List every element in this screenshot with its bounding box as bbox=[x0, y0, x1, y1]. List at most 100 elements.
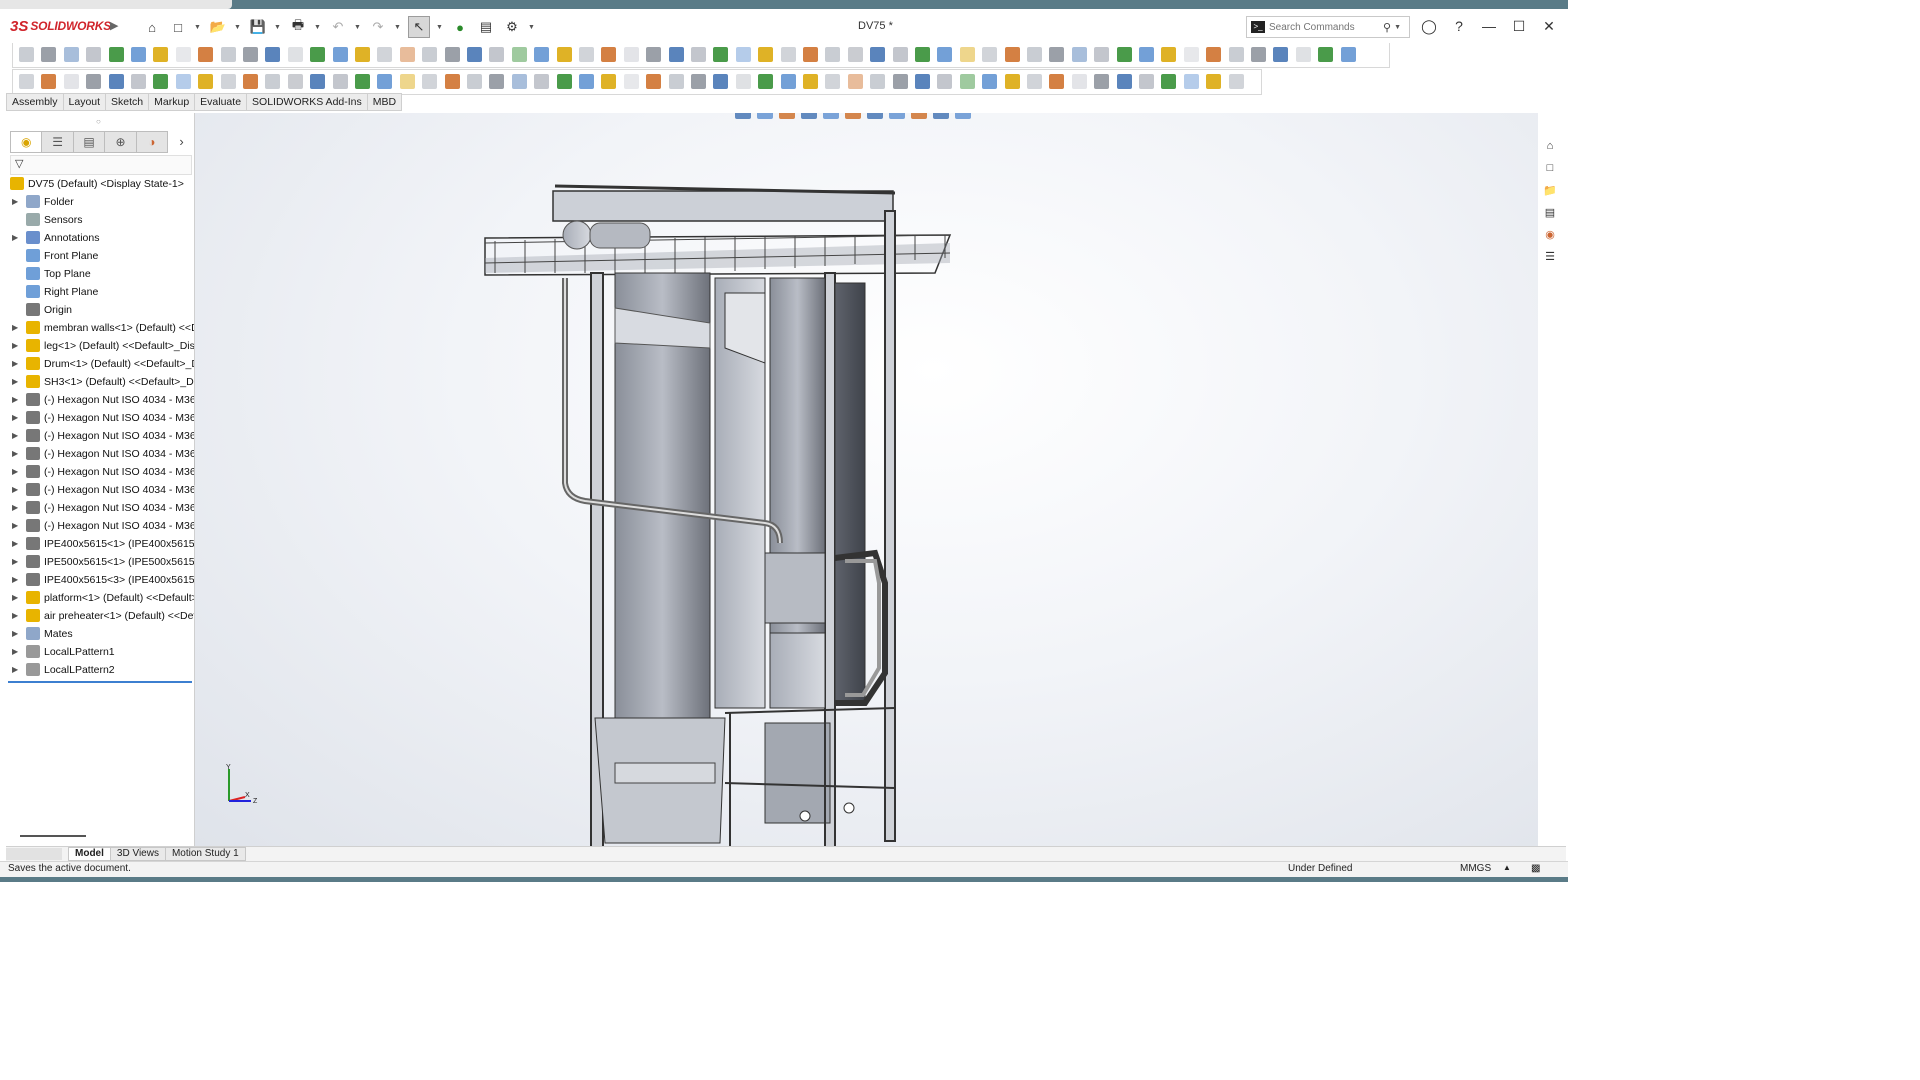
toolbar-command-icon[interactable] bbox=[668, 47, 684, 62]
toolbar-command-icon[interactable] bbox=[355, 47, 370, 62]
select-dropdown-icon[interactable]: ▼ bbox=[436, 24, 444, 31]
toolbar-command-icon[interactable] bbox=[86, 47, 102, 62]
print-icon[interactable]: 🖶 bbox=[288, 17, 308, 37]
toolbar-command-icon[interactable] bbox=[489, 47, 505, 62]
toolbar-command-icon[interactable] bbox=[892, 47, 908, 62]
toolbar-command-icon[interactable] bbox=[310, 47, 326, 62]
tree-item[interactable]: DV75 (Default) <Display State-1> bbox=[6, 175, 194, 193]
feature-manager-tab-icon[interactable]: ◉ bbox=[10, 131, 43, 153]
tree-item[interactable]: Sensors bbox=[6, 211, 194, 229]
bottom-tab-3d-views[interactable]: 3D Views bbox=[109, 847, 166, 861]
property-manager-tab-icon[interactable]: ☰ bbox=[41, 131, 74, 153]
toolbar-command-icon[interactable] bbox=[1071, 74, 1087, 89]
toolbar-command-icon[interactable] bbox=[646, 47, 662, 62]
toolbar-command-icon[interactable] bbox=[108, 74, 124, 89]
toolbar-command-icon[interactable] bbox=[937, 47, 953, 62]
undo-dropdown-icon[interactable]: ▼ bbox=[354, 24, 362, 31]
toolbar-command-icon[interactable] bbox=[1318, 47, 1334, 62]
expand-arrow-icon[interactable]: ▶ bbox=[12, 337, 18, 355]
minimize-icon[interactable]: — bbox=[1478, 17, 1500, 35]
unit-system-selector[interactable]: MMGS bbox=[1460, 863, 1491, 874]
display-manager-tab-icon[interactable]: ◑ bbox=[135, 131, 169, 153]
toolbar-command-icon[interactable] bbox=[444, 47, 460, 62]
solidworks-logo[interactable]: 3S SOLIDWORKS bbox=[10, 17, 111, 35]
expand-arrow-icon[interactable]: ▶ bbox=[12, 643, 18, 661]
expand-arrow-icon[interactable]: ▶ bbox=[12, 463, 18, 481]
toolbar-command-icon[interactable] bbox=[1295, 47, 1311, 62]
search-input[interactable] bbox=[1269, 21, 1383, 33]
expand-arrow-icon[interactable]: ▶ bbox=[12, 517, 18, 535]
tree-item[interactable]: ▶ IPE400x5615<3> (IPE400x5615) <D bbox=[6, 571, 194, 589]
command-tab-sketch[interactable]: Sketch bbox=[105, 93, 150, 111]
file-properties-icon[interactable]: ▤ bbox=[476, 17, 496, 37]
expand-arrow-icon[interactable]: ▶ bbox=[12, 319, 18, 337]
toolbar-command-icon[interactable] bbox=[422, 74, 438, 89]
horizontal-scrollbar[interactable] bbox=[20, 835, 86, 837]
tree-item[interactable]: ▶ IPE500x5615<1> (IPE500x5615) <D bbox=[6, 553, 194, 571]
toolbar-command-icon[interactable] bbox=[422, 47, 438, 62]
toolbar-command-icon[interactable] bbox=[153, 74, 169, 89]
command-tab-assembly[interactable]: Assembly bbox=[6, 93, 64, 111]
toolbar-command-icon[interactable] bbox=[1094, 74, 1110, 89]
redo-icon[interactable]: ↷ bbox=[368, 17, 388, 37]
toolbar-command-icon[interactable] bbox=[713, 47, 729, 62]
user-account-icon[interactable]: ◯ bbox=[1418, 17, 1440, 35]
toolbar-command-icon[interactable] bbox=[310, 74, 326, 89]
view-triad-icon[interactable]: Y X Z bbox=[221, 763, 261, 807]
toolbar-command-icon[interactable] bbox=[691, 74, 706, 89]
tree-item[interactable]: ▶ platform<1> (Default) <<Default> bbox=[6, 589, 194, 607]
toolbar-command-icon[interactable] bbox=[870, 47, 886, 62]
more-tabs-chevron-icon[interactable]: › bbox=[171, 131, 192, 151]
tree-item[interactable]: ▶ Mates bbox=[6, 625, 194, 643]
toolbar-command-icon[interactable] bbox=[265, 74, 281, 89]
tree-item[interactable]: ▶ (-) Hexagon Nut ISO 4034 - M36 - bbox=[6, 409, 194, 427]
toolbar-command-icon[interactable] bbox=[1273, 47, 1289, 62]
toolbar-command-icon[interactable] bbox=[1183, 74, 1199, 89]
toolbar-command-icon[interactable] bbox=[713, 74, 729, 89]
open-folder-icon[interactable]: 📂 bbox=[208, 17, 228, 37]
filter-icon[interactable]: ▽ bbox=[15, 157, 23, 170]
solidworks-resources-icon[interactable]: ⌂ bbox=[1540, 136, 1560, 156]
panel-grip-icon[interactable]: ○ bbox=[96, 117, 101, 126]
tree-item[interactable]: Right Plane bbox=[6, 283, 194, 301]
toolbar-command-icon[interactable] bbox=[959, 74, 975, 89]
toolbar-command-icon[interactable] bbox=[1004, 47, 1020, 62]
tree-item[interactable]: ▶ Folder bbox=[6, 193, 194, 211]
tree-item[interactable]: ▶ LocalLPattern2 bbox=[6, 661, 194, 679]
toolbar-command-icon[interactable] bbox=[735, 74, 751, 89]
command-tab-solidworks-add-ins[interactable]: SOLIDWORKS Add-Ins bbox=[246, 93, 368, 111]
toolbar-command-icon[interactable] bbox=[1139, 47, 1154, 62]
expand-arrow-icon[interactable]: ▶ bbox=[12, 445, 18, 463]
toolbar-command-icon[interactable] bbox=[332, 74, 348, 89]
expand-arrow-icon[interactable]: ▶ bbox=[12, 355, 18, 373]
toolbar-command-icon[interactable] bbox=[19, 74, 34, 89]
toolbar-command-icon[interactable] bbox=[399, 74, 415, 89]
expand-arrow-icon[interactable]: ▶ bbox=[12, 373, 18, 391]
tree-item[interactable]: ▶ Drum<1> (Default) <<Default>_D bbox=[6, 355, 194, 373]
help-icon[interactable]: ? bbox=[1448, 17, 1470, 35]
close-icon[interactable]: ✕ bbox=[1538, 17, 1560, 35]
toolbar-command-icon[interactable] bbox=[556, 74, 572, 89]
toolbar-command-icon[interactable] bbox=[332, 47, 348, 62]
toolbar-command-icon[interactable] bbox=[287, 74, 303, 89]
toolbar-command-icon[interactable] bbox=[1183, 47, 1199, 62]
maximize-icon[interactable]: ☐ bbox=[1508, 17, 1530, 35]
toolbar-command-icon[interactable] bbox=[668, 74, 684, 89]
toolbar-command-icon[interactable] bbox=[377, 74, 393, 89]
toolbar-command-icon[interactable] bbox=[982, 74, 998, 89]
toolbar-command-icon[interactable] bbox=[847, 47, 863, 62]
options-dropdown-icon[interactable]: ▼ bbox=[528, 24, 536, 31]
open-dropdown-icon[interactable]: ▼ bbox=[234, 24, 242, 31]
toolbar-command-icon[interactable] bbox=[63, 74, 79, 89]
toolbar-command-icon[interactable] bbox=[825, 47, 841, 62]
command-tab-evaluate[interactable]: Evaluate bbox=[194, 93, 248, 111]
toolbar-command-icon[interactable] bbox=[1071, 47, 1087, 62]
select-arrow-icon[interactable]: ↖ bbox=[408, 16, 430, 38]
toolbar-command-icon[interactable] bbox=[1027, 47, 1042, 62]
toolbar-command-icon[interactable] bbox=[1116, 74, 1132, 89]
tree-item[interactable]: ▶ IPE400x5615<1> (IPE400x5615) <D bbox=[6, 535, 194, 553]
expand-arrow-icon[interactable]: ▶ bbox=[12, 481, 18, 499]
toolbar-command-icon[interactable] bbox=[691, 47, 706, 62]
toolbar-command-icon[interactable] bbox=[803, 74, 818, 89]
home-icon[interactable]: ⌂ bbox=[142, 17, 162, 37]
